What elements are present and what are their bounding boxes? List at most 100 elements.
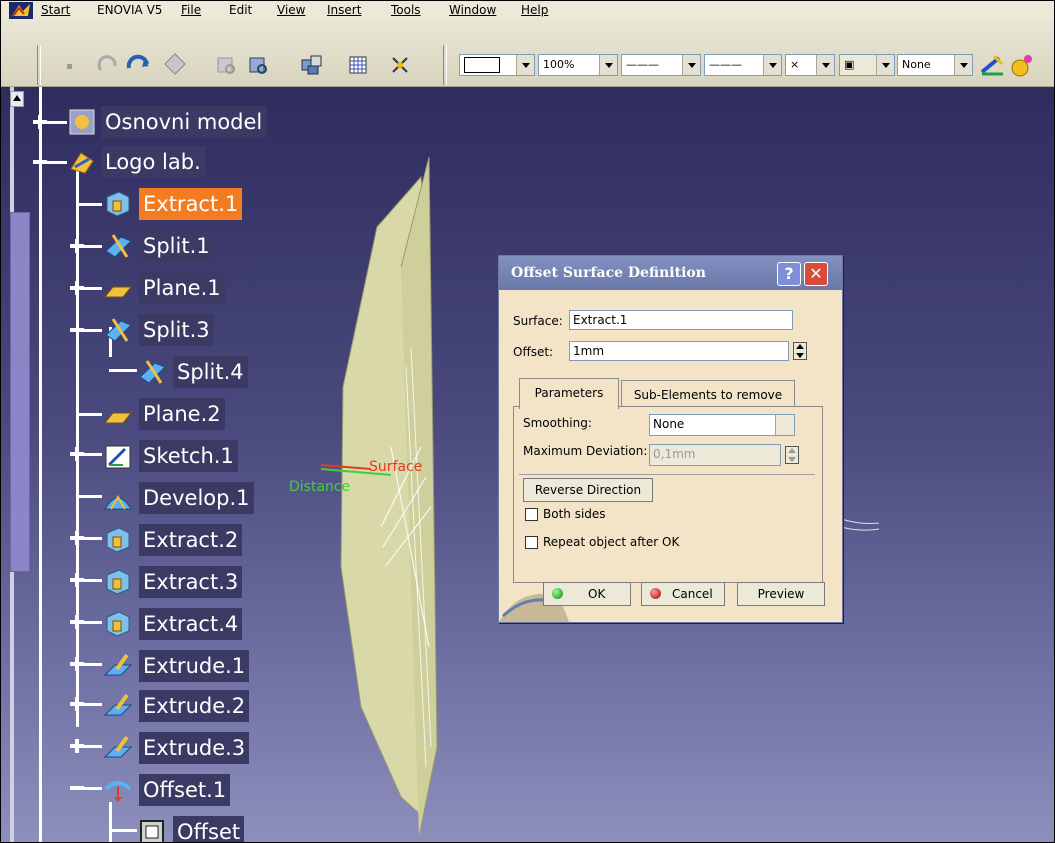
properties-painter-icon[interactable] — [979, 52, 1005, 78]
chevron-down-icon — [775, 415, 794, 435]
toolbar-grip[interactable] — [443, 45, 447, 85]
extract-icon — [106, 191, 130, 217]
tree-node-offset-parameter[interactable]: Offset — [137, 816, 337, 842]
expand-sketch1-icon[interactable] — [70, 447, 84, 461]
extract-icon — [106, 611, 130, 637]
tree-node-extract-1[interactable]: Extract.1 — [103, 188, 303, 220]
menu-view[interactable]: View — [277, 3, 305, 17]
expand-extract3-icon[interactable] — [70, 573, 84, 587]
help-button[interactable]: ? — [777, 262, 801, 286]
repeat-object-checkbox[interactable] — [525, 536, 538, 549]
tab-sub-elements[interactable]: Sub-Elements to remove — [621, 380, 795, 409]
menu-edit[interactable]: Edit — [229, 3, 252, 17]
plane-icon — [103, 412, 133, 424]
surface-field[interactable]: Extract.1 — [569, 310, 793, 330]
tree-node-develop-1[interactable]: Develop.1 — [103, 482, 303, 514]
menu-enovia[interactable]: ENOVIA V5 — [97, 3, 162, 17]
expand-split1-icon[interactable] — [70, 239, 84, 253]
toolbar: 100% ——— ——— × ▣ None — [1, 20, 1054, 87]
tree-node-extrude-1[interactable]: Extrude.1 — [103, 650, 303, 682]
expand-extrude1-icon[interactable] — [70, 657, 84, 671]
ok-button[interactable]: OK — [543, 582, 631, 606]
split-icon — [105, 234, 132, 258]
close-button[interactable]: ✕ — [804, 262, 828, 286]
point-style-combo[interactable]: × — [785, 54, 835, 76]
expand-extrude3-icon[interactable] — [70, 739, 84, 753]
tree-node-offset-1[interactable]: Offset.1 — [103, 774, 303, 806]
extract-icon — [106, 527, 130, 553]
plane-icon — [103, 286, 133, 298]
ok-icon — [552, 588, 563, 599]
tree-node-plane-2[interactable]: Plane.2 — [103, 398, 303, 430]
tree-node-extract-4[interactable]: Extract.4 — [103, 608, 303, 640]
sketch-icon — [105, 445, 131, 469]
search-part-icon[interactable] — [213, 52, 239, 78]
assembly-tool-icon[interactable] — [299, 52, 325, 78]
tree-node-osnovni-model[interactable]: Osnovni model — [67, 106, 297, 138]
expand-extrude2-icon[interactable] — [70, 697, 84, 711]
tree-node-extract-2[interactable]: Extract.2 — [103, 524, 303, 556]
catia-window: Start ENOVIA V5 File Edit View Insert To… — [0, 0, 1055, 843]
collapse-offset1-icon[interactable] — [70, 781, 84, 795]
smoothing-select[interactable]: None — [649, 414, 795, 436]
menu-tools[interactable]: Tools — [391, 3, 421, 17]
search-part-blue-icon[interactable] — [245, 52, 271, 78]
cancel-button[interactable]: Cancel — [641, 582, 725, 606]
tree-node-plane-1[interactable]: Plane.1 — [103, 272, 303, 304]
menu-help[interactable]: Help — [521, 3, 548, 17]
expand-plane1-icon[interactable] — [70, 281, 84, 295]
tree-node-sketch-1[interactable]: Sketch.1 — [103, 440, 303, 472]
preview-button[interactable]: Preview — [737, 582, 825, 606]
both-sides-checkbox[interactable] — [525, 508, 538, 521]
reverse-direction-button[interactable]: Reverse Direction — [523, 478, 653, 502]
offset-surface-dialog: Offset Surface Definition ? ✕ Surface: E… — [498, 255, 843, 623]
close-icon: ✕ — [809, 264, 823, 283]
expand-extract2-icon[interactable] — [70, 531, 84, 545]
layer-combo[interactable]: None — [897, 54, 973, 76]
redo-icon[interactable] — [125, 52, 151, 78]
apply-material-icon[interactable] — [1009, 52, 1035, 78]
offset-field[interactable]: 1mm — [569, 341, 789, 361]
grid-icon[interactable] — [345, 52, 371, 78]
expand-extract4-icon[interactable] — [70, 615, 84, 629]
tree-node-extract-3[interactable]: Extract.3 — [103, 566, 303, 598]
develop-icon — [104, 495, 132, 510]
menu-insert[interactable]: Insert — [327, 3, 361, 17]
smoothing-label: Smoothing: — [523, 416, 592, 430]
max-deviation-spinner[interactable] — [785, 446, 799, 464]
collapse-logo-icon[interactable] — [33, 155, 47, 169]
undo-icon[interactable] — [95, 52, 121, 78]
menu-file[interactable]: File — [181, 3, 201, 17]
tree-node-extrude-3[interactable]: Extrude.3 — [103, 732, 303, 764]
assembly-icon — [69, 109, 95, 135]
tag-icon[interactable] — [161, 52, 187, 78]
layer-filter-combo[interactable]: ▣ — [839, 54, 895, 76]
tab-parameters[interactable]: Parameters — [519, 378, 619, 409]
tree-node-logo-lab[interactable]: Logo lab. — [67, 146, 297, 178]
extrude-icon — [103, 653, 133, 676]
max-deviation-field[interactable]: 0,1mm — [649, 444, 781, 466]
toolbar-grip[interactable] — [37, 45, 41, 85]
tree-node-split-3[interactable]: Split.3 — [103, 314, 303, 346]
lineweight-combo[interactable]: ——— — [704, 54, 782, 76]
expand-osnovni-icon[interactable] — [33, 115, 47, 129]
split-icon — [139, 360, 166, 384]
linetype-combo[interactable]: ——— — [621, 54, 701, 76]
menu-start[interactable]: Start — [41, 3, 70, 17]
repeat-object-label: Repeat object after OK — [543, 535, 680, 549]
dialog-title-bar[interactable]: Offset Surface Definition ? ✕ — [499, 256, 842, 290]
offset-spinner[interactable] — [793, 342, 807, 360]
snap-icon[interactable] — [387, 52, 413, 78]
catia-logo-icon[interactable] — [9, 2, 33, 19]
zoom-combo[interactable]: 100% — [538, 54, 618, 76]
tree-node-extrude-2[interactable]: Extrude.2 — [103, 690, 303, 722]
surface-label: Surface — [369, 459, 423, 475]
extract-icon — [106, 569, 130, 595]
extrude-icon — [103, 735, 133, 758]
tree-node-split-4[interactable]: Split.4 — [137, 356, 337, 388]
line-color-combo[interactable] — [459, 54, 535, 76]
tree-node-split-1[interactable]: Split.1 — [103, 230, 303, 262]
dialog-title: Offset Surface Definition — [511, 265, 706, 281]
menu-window[interactable]: Window — [449, 3, 496, 17]
collapse-split3-icon[interactable] — [70, 323, 84, 337]
